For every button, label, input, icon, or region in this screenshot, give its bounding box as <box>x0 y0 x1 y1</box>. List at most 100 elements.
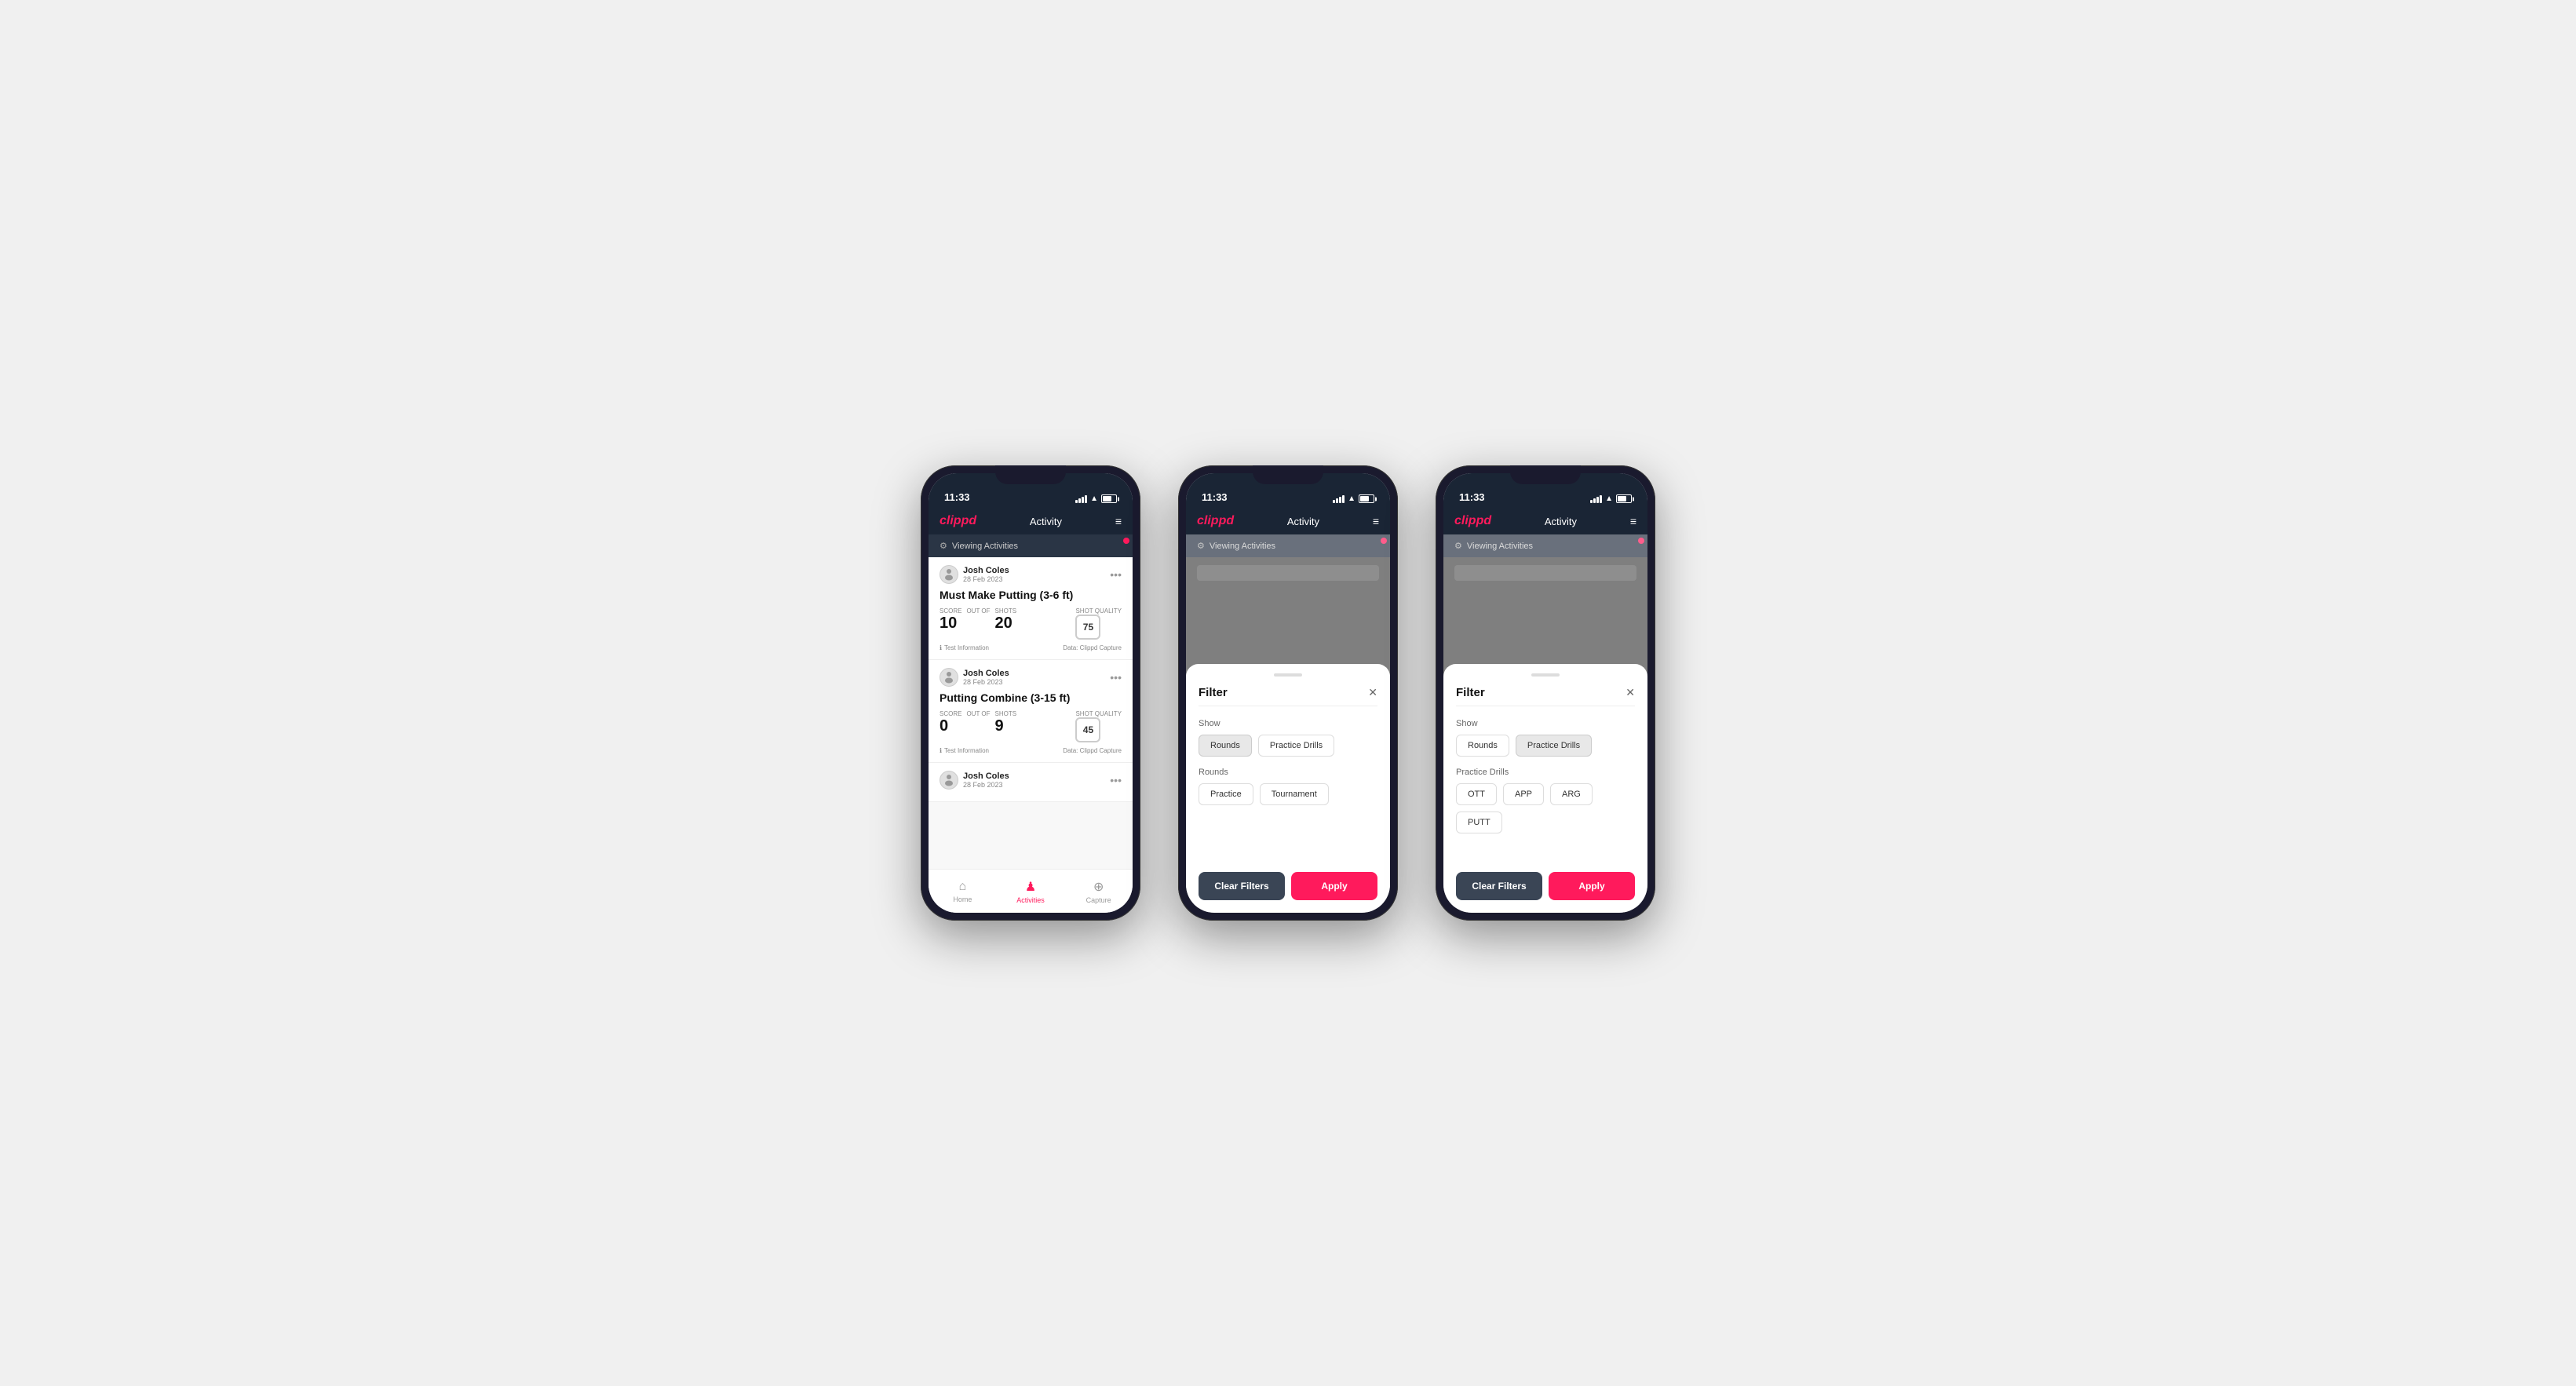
notch-1 <box>995 465 1066 484</box>
app-header-3: clippd Activity ≡ <box>1443 508 1647 534</box>
dimmed-content-3 <box>1443 557 1647 593</box>
user-details-3: Josh Coles 28 Feb 2023 <box>963 771 1009 789</box>
dimmed-overlay-2: Filter ✕ Show Rounds Practice Drills Rou… <box>1186 557 1390 913</box>
user-date-1: 28 Feb 2023 <box>963 575 1009 583</box>
activity-header-3: Josh Coles 28 Feb 2023 ••• <box>940 771 1122 790</box>
rounds-btn-2[interactable]: Rounds <box>1199 735 1252 757</box>
user-date-2: 28 Feb 2023 <box>963 678 1009 686</box>
status-time-1: 11:33 <box>944 491 970 503</box>
activity-header-1: Josh Coles 28 Feb 2023 ••• <box>940 565 1122 584</box>
activity-card-3: Josh Coles 28 Feb 2023 ••• <box>929 763 1133 802</box>
status-icons-1: ▲ <box>1075 494 1117 503</box>
sq-label-1: Shot Quality <box>1075 607 1122 615</box>
activities-list-1: Josh Coles 28 Feb 2023 ••• Must Make Put… <box>929 557 1133 869</box>
viewing-bar-text-1: Viewing Activities <box>952 542 1018 551</box>
activity-stats-1: Score 10 OUT OF Shots 20 Shot Quality 75 <box>940 607 1122 640</box>
clear-filters-btn-2[interactable]: Clear Filters <box>1199 872 1285 900</box>
more-button-1[interactable]: ••• <box>1110 568 1122 581</box>
filter-dot-1 <box>1123 538 1129 544</box>
show-label-2: Show <box>1199 719 1377 728</box>
more-button-2[interactable]: ••• <box>1110 671 1122 684</box>
filter-show-section-2: Show Rounds Practice Drills <box>1199 719 1377 768</box>
show-buttons-3: Rounds Practice Drills <box>1456 735 1635 757</box>
nav-activities-1[interactable]: ♟ Activities <box>997 870 1065 913</box>
hamburger-menu-3[interactable]: ≡ <box>1630 515 1636 527</box>
filter-dot-3 <box>1638 538 1644 544</box>
filter-dot-2 <box>1381 538 1387 544</box>
drill-type-buttons-3: OTT APP ARG PUTT <box>1456 783 1635 833</box>
signal-icon-3 <box>1590 495 1602 503</box>
screen-1: 11:33 ▲ clippd Activity <box>929 473 1133 913</box>
filter-title-3: Filter <box>1456 686 1485 699</box>
filter-icon-1: ⚙ <box>940 541 947 551</box>
round-type-buttons-2: Practice Tournament <box>1199 783 1377 805</box>
nav-home-1[interactable]: ⌂ Home <box>929 870 997 913</box>
filter-header-2: Filter ✕ <box>1199 686 1377 706</box>
drills-label-3: Practice Drills <box>1456 768 1635 777</box>
header-title-3: Activity <box>1545 516 1577 527</box>
putt-btn-3[interactable]: PUTT <box>1456 812 1502 833</box>
viewing-bar-1[interactable]: ⚙ Viewing Activities <box>929 534 1133 557</box>
capture-icon-1: ⊕ <box>1093 879 1104 895</box>
ott-btn-3[interactable]: OTT <box>1456 783 1497 805</box>
test-info-2: ℹ Test Information <box>940 747 989 754</box>
sq-badge-1: 75 <box>1075 615 1100 640</box>
filter-close-3[interactable]: ✕ <box>1626 686 1635 699</box>
screen-3: 11:33 ▲ clippd Activity <box>1443 473 1647 913</box>
apply-btn-2[interactable]: Apply <box>1291 872 1377 900</box>
arg-btn-3[interactable]: ARG <box>1550 783 1593 805</box>
clear-filters-btn-3[interactable]: Clear Filters <box>1456 872 1542 900</box>
practice-round-btn-2[interactable]: Practice <box>1199 783 1253 805</box>
activity-stats-2: Score 0 OUT OF Shots 9 Shot Quality 45 <box>940 710 1122 742</box>
status-time-2: 11:33 <box>1202 491 1228 503</box>
filter-footer-3: Clear Filters Apply <box>1456 872 1635 900</box>
phones-container: 11:33 ▲ clippd Activity <box>921 465 1655 921</box>
phone-2: 11:33 ▲ clippd Activity <box>1178 465 1398 921</box>
apply-btn-3[interactable]: Apply <box>1549 872 1635 900</box>
home-label-1: Home <box>953 895 972 903</box>
out-of-2: OUT OF <box>966 710 990 717</box>
hamburger-menu-2[interactable]: ≡ <box>1373 515 1379 527</box>
shots-label-2: Shots <box>995 710 1017 717</box>
bottom-nav-1: ⌂ Home ♟ Activities ⊕ Capture <box>929 869 1133 913</box>
practice-drills-btn-2[interactable]: Practice Drills <box>1258 735 1334 757</box>
data-source-1: Data: Clippd Capture <box>1063 644 1122 651</box>
logo-2: clippd <box>1197 514 1234 528</box>
more-button-3[interactable]: ••• <box>1110 774 1122 786</box>
notch-3 <box>1510 465 1581 484</box>
tournament-btn-2[interactable]: Tournament <box>1260 783 1329 805</box>
avatar-1 <box>940 565 958 584</box>
dimmed-content-2 <box>1186 557 1390 593</box>
practice-drills-btn-3[interactable]: Practice Drills <box>1516 735 1592 757</box>
score-label-1: Score <box>940 607 961 615</box>
rounds-btn-3[interactable]: Rounds <box>1456 735 1509 757</box>
hamburger-menu-1[interactable]: ≡ <box>1115 515 1122 527</box>
signal-icon-1 <box>1075 495 1087 503</box>
filter-close-2[interactable]: ✕ <box>1368 686 1377 699</box>
data-source-2: Data: Clippd Capture <box>1063 747 1122 754</box>
app-header-1: clippd Activity ≡ <box>929 508 1133 534</box>
drag-handle-2 <box>1274 673 1302 677</box>
nav-capture-1[interactable]: ⊕ Capture <box>1064 870 1133 913</box>
activity-title-2: Putting Combine (3-15 ft) <box>940 691 1122 704</box>
rounds-label-2: Rounds <box>1199 768 1377 777</box>
logo-1: clippd <box>940 514 976 528</box>
user-info-3: Josh Coles 28 Feb 2023 <box>940 771 1009 790</box>
activities-icon-1: ♟ <box>1025 879 1036 895</box>
user-date-3: 28 Feb 2023 <box>963 781 1009 789</box>
wifi-icon-1: ▲ <box>1090 494 1098 503</box>
screen-2: 11:33 ▲ clippd Activity <box>1186 473 1390 913</box>
score-value-2: 0 <box>940 717 961 735</box>
app-btn-3[interactable]: APP <box>1503 783 1544 805</box>
shots-value-2: 9 <box>995 717 1017 735</box>
viewing-bar-3: ⚙ Viewing Activities <box>1443 534 1647 557</box>
header-title-1: Activity <box>1030 516 1062 527</box>
avatar-2 <box>940 668 958 687</box>
viewing-bar-2: ⚙ Viewing Activities <box>1186 534 1390 557</box>
user-name-2: Josh Coles <box>963 669 1009 678</box>
capture-label-1: Capture <box>1086 896 1111 904</box>
wifi-icon-3: ▲ <box>1605 494 1613 503</box>
score-value-1: 10 <box>940 615 961 633</box>
score-label-2: Score <box>940 710 961 717</box>
filter-sheet-3: Filter ✕ Show Rounds Practice Drills Pra… <box>1443 664 1647 913</box>
